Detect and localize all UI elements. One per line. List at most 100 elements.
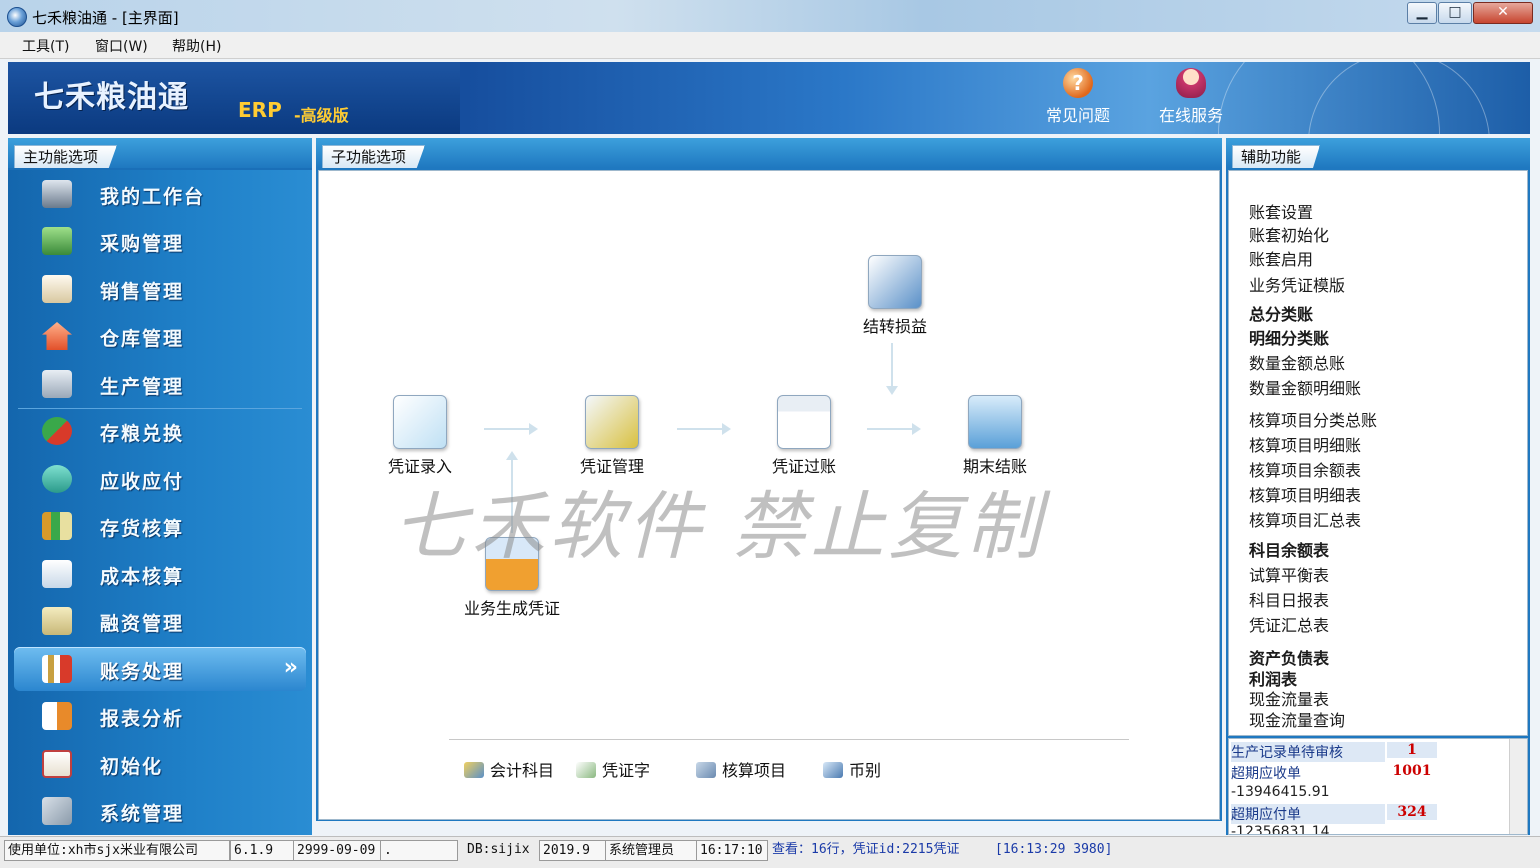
voucher-key-icon: [585, 395, 639, 449]
voucher-post-node[interactable]: 凭证过账: [749, 395, 859, 477]
link-voucher-template[interactable]: 业务凭证模版: [1249, 272, 1345, 296]
status-blank: .: [380, 840, 458, 861]
exchange-arrows-icon: [42, 417, 72, 445]
currency-icon: [823, 762, 843, 778]
close-button[interactable]: ✕: [1473, 2, 1533, 24]
status-db: DB:sijix: [467, 842, 530, 857]
link-item-balance[interactable]: 核算项目余额表: [1249, 457, 1361, 481]
accounting-item-link[interactable]: 核算项目: [696, 757, 786, 781]
support-agent-icon: [1176, 68, 1206, 98]
voucher-word-link[interactable]: 凭证字: [576, 757, 650, 781]
link-qty-amount-ledger[interactable]: 数量金额总账: [1249, 350, 1345, 374]
service-label: 在线服务: [1158, 106, 1223, 125]
nav-label: 存货核算: [100, 518, 185, 540]
sub-function-panel: 子功能选项 凭证录入 凭证管理 凭证过账 期末结账 结转损益 业务生成凭证 七禾…: [316, 138, 1222, 821]
alerts-scrollbar[interactable]: [1509, 739, 1527, 834]
menu-bar: 工具(T) 窗口(W) 帮助(H): [0, 32, 1540, 59]
voucher-manage-node[interactable]: 凭证管理: [557, 395, 667, 477]
nav-item-initialize[interactable]: 初始化: [14, 742, 306, 786]
nav-item-sales[interactable]: 销售管理: [14, 267, 306, 311]
magnifier-window-icon: [777, 395, 831, 449]
status-version: 6.1.9: [230, 840, 294, 861]
nav-item-report-analysis[interactable]: 报表分析: [14, 694, 306, 738]
bar-chart-icon: [42, 512, 72, 540]
app-icon: [7, 7, 27, 27]
menu-window[interactable]: 窗口(W): [95, 36, 148, 56]
auxiliary-link-list: 账套设置 账套初始化 账套启用 业务凭证模版 总分类账 明细分类账 数量金额总账…: [1228, 170, 1528, 736]
window-title: 七禾粮油通 - [主界面]: [32, 9, 179, 27]
nav-item-warehouse[interactable]: 仓库管理: [14, 314, 306, 358]
nav-label: 销售管理: [100, 281, 185, 303]
alert-count: 1: [1387, 742, 1437, 758]
nav-item-purchase[interactable]: 采购管理: [14, 219, 306, 263]
link-general-ledger[interactable]: 总分类账: [1249, 301, 1313, 325]
link-trial-balance[interactable]: 试算平衡表: [1249, 562, 1329, 586]
nav-item-workbench[interactable]: 我的工作台: [14, 172, 306, 216]
panel-title: 子功能选项: [322, 145, 426, 168]
nav-item-inventory-accounting[interactable]: 存货核算: [14, 504, 306, 548]
nav-item-grain-exchange[interactable]: 存粮兑换: [14, 409, 306, 453]
main-function-panel: 主功能选项 我的工作台 采购管理 销售管理 仓库管理 生产管理 存粮兑换 应收应…: [8, 138, 312, 835]
alert-name[interactable]: 超期应收单: [1231, 763, 1301, 783]
nav-item-accounting[interactable]: 账务处理 »: [14, 647, 306, 691]
link-qty-amount-detail[interactable]: 数量金额明细账: [1249, 375, 1361, 399]
alert-count: 324: [1387, 804, 1437, 820]
checklist-icon: [42, 750, 72, 778]
truck-icon: [42, 227, 72, 255]
link-label: 会计科目: [490, 761, 555, 780]
link-item-class-ledger[interactable]: 核算项目分类总账: [1249, 407, 1377, 431]
link-label: 核算项目: [722, 761, 787, 780]
alert-name[interactable]: 生产记录单待审核: [1231, 742, 1385, 762]
status-time: 16:17:10: [696, 840, 768, 861]
link-item-detail-table[interactable]: 核算项目明细表: [1249, 482, 1361, 506]
nav-item-cost-accounting[interactable]: 成本核算: [14, 552, 306, 596]
profit-transfer-node[interactable]: 结转损益: [840, 255, 950, 337]
link-item-detail-ledger[interactable]: 核算项目明细账: [1249, 432, 1361, 456]
menu-tools[interactable]: 工具(T): [22, 36, 69, 56]
accounts-link[interactable]: 会计科目: [464, 757, 554, 781]
alert-count: 1001: [1392, 763, 1432, 779]
title-bar: 七禾粮油通 - [主界面] ▁ □ ✕: [0, 0, 1540, 33]
currency-link[interactable]: 币别: [823, 757, 881, 781]
question-icon: ?: [1063, 68, 1093, 98]
nav-label: 采购管理: [100, 233, 185, 255]
report-icon: [42, 702, 72, 730]
calculator-icon: [42, 560, 72, 588]
nav-label: 初始化: [100, 756, 164, 778]
divider: [449, 739, 1129, 740]
maximize-button[interactable]: □: [1438, 2, 1472, 24]
nav-item-receivable-payable[interactable]: 应收应付: [14, 457, 306, 501]
menu-help[interactable]: 帮助(H): [172, 36, 221, 56]
nav-item-financing[interactable]: 融资管理: [14, 599, 306, 643]
flow-arrow: [886, 343, 898, 395]
voucher-entry-node[interactable]: 凭证录入: [365, 395, 475, 477]
link-ledger-init[interactable]: 账套初始化: [1249, 222, 1329, 246]
flow-arrow: [677, 423, 731, 435]
main-nav: 我的工作台 采购管理 销售管理 仓库管理 生产管理 存粮兑换 应收应付 存货核算…: [8, 170, 312, 835]
link-voucher-summary[interactable]: 凭证汇总表: [1249, 612, 1329, 636]
faq-label: 常见问题: [1045, 106, 1110, 125]
period-close-node[interactable]: 期末结账: [940, 395, 1050, 477]
nav-label: 账务处理: [100, 661, 185, 683]
nav-item-production[interactable]: 生产管理: [14, 362, 306, 406]
link-detail-ledger[interactable]: 明细分类账: [1249, 325, 1329, 349]
workbench-icon: [42, 180, 72, 208]
link-daily-report[interactable]: 科目日报表: [1249, 587, 1329, 611]
minimize-button[interactable]: ▁: [1407, 2, 1437, 24]
flow-arrow: [867, 423, 921, 435]
link-account-balance[interactable]: 科目余额表: [1249, 537, 1329, 561]
faq-button[interactable]: ? 常见问题: [1038, 66, 1118, 130]
link-ledger-settings[interactable]: 账套设置: [1249, 199, 1313, 223]
online-service-button[interactable]: 在线服务: [1146, 66, 1236, 130]
status-period: 2019.9: [539, 840, 607, 861]
nav-item-system[interactable]: 系统管理: [14, 789, 306, 833]
erp-label: ERP: [238, 98, 282, 122]
house-icon: [42, 322, 72, 350]
alerts-panel: 生产记录单待审核 1 超期应收单 1001 -13946415.91 超期应付单…: [1228, 738, 1528, 835]
link-ledger-enable[interactable]: 账套启用: [1249, 246, 1313, 270]
alert-amount: -12356831.14: [1231, 824, 1330, 835]
alert-name[interactable]: 超期应付单: [1231, 804, 1385, 824]
link-cash-flow-query[interactable]: 现金流量查询: [1249, 707, 1345, 731]
money-stack-icon: [42, 607, 72, 635]
link-item-summary[interactable]: 核算项目汇总表: [1249, 507, 1361, 531]
